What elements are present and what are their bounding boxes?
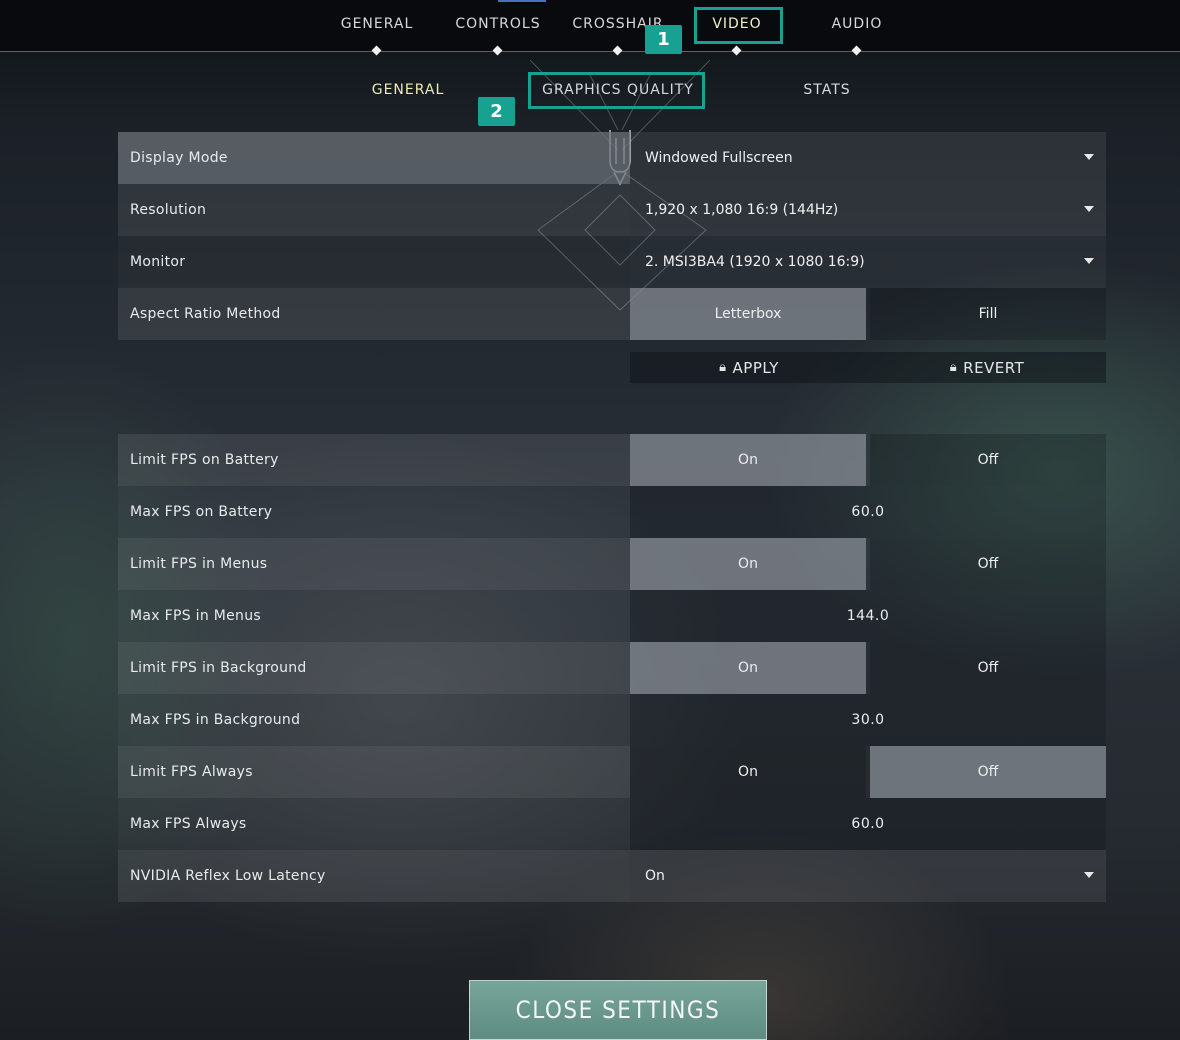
setting-label: NVIDIA Reflex Low Latency — [118, 850, 630, 902]
setting-label: Max FPS in Menus — [118, 590, 630, 642]
letterbox-option[interactable]: Letterbox — [630, 288, 866, 340]
setting-row-max-fps-always: Max FPS Always 60.0 — [118, 798, 1106, 850]
display-mode-dropdown[interactable]: Windowed Fullscreen — [630, 132, 1106, 184]
setting-label: Resolution — [118, 184, 630, 236]
lock-icon: 🔒︎ — [719, 360, 727, 375]
apply-button[interactable]: 🔒︎ APPLY — [630, 352, 868, 383]
setting-label: Limit FPS in Background — [118, 642, 630, 694]
caret-down-icon — [1084, 258, 1094, 264]
setting-row-limit-fps-battery: Limit FPS on Battery On Off — [118, 434, 1106, 486]
max-fps-background-slider[interactable]: 30.0 — [630, 694, 1106, 746]
annotation-badge-1: 1 — [645, 25, 682, 54]
revert-button[interactable]: 🔒︎ REVERT — [868, 352, 1106, 383]
setting-label: Monitor — [118, 236, 630, 288]
dropdown-value: On — [645, 868, 665, 884]
resolution-dropdown[interactable]: 1,920 x 1,080 16:9 (144Hz) — [630, 184, 1106, 236]
dropdown-value: 2. MSI3BA4 (1920 x 1080 16:9) — [645, 254, 865, 270]
setting-label: Limit FPS on Battery — [118, 434, 630, 486]
setting-label: Max FPS on Battery — [118, 486, 630, 538]
limit-fps-always-on[interactable]: On — [630, 746, 866, 798]
caret-down-icon — [1084, 154, 1094, 160]
setting-row-aspect-ratio: Aspect Ratio Method Letterbox Fill — [118, 288, 1106, 340]
setting-label: Max FPS in Background — [118, 694, 630, 746]
setting-label: Aspect Ratio Method — [118, 288, 630, 340]
max-fps-menus-slider[interactable]: 144.0 — [630, 590, 1106, 642]
setting-row-limit-fps-background: Limit FPS in Background On Off — [118, 642, 1106, 694]
limit-fps-background-off[interactable]: Off — [870, 642, 1106, 694]
subtab-stats[interactable]: STATS — [747, 82, 907, 98]
limit-fps-menus-on[interactable]: On — [630, 538, 866, 590]
caret-down-icon — [1084, 206, 1094, 212]
setting-label: Display Mode — [118, 132, 630, 184]
nvidia-reflex-dropdown[interactable]: On — [630, 850, 1106, 902]
setting-row-max-fps-background: Max FPS in Background 30.0 — [118, 694, 1106, 746]
limit-fps-always-off[interactable]: Off — [870, 746, 1106, 798]
max-fps-always-slider[interactable]: 60.0 — [630, 798, 1106, 850]
setting-row-limit-fps-always: Limit FPS Always On Off — [118, 746, 1106, 798]
apply-label: APPLY — [732, 358, 779, 377]
setting-row-limit-fps-menus: Limit FPS in Menus On Off — [118, 538, 1106, 590]
caret-down-icon — [1084, 872, 1094, 878]
dropdown-value: Windowed Fullscreen — [645, 150, 793, 166]
setting-row-monitor: Monitor 2. MSI3BA4 (1920 x 1080 16:9) — [118, 236, 1106, 288]
max-fps-battery-slider[interactable]: 60.0 — [630, 486, 1106, 538]
limit-fps-battery-on[interactable]: On — [630, 434, 866, 486]
setting-label: Max FPS Always — [118, 798, 630, 850]
top-nav-bar: GENERAL CONTROLS CROSSHAIR VIDEO AUDIO — [0, 0, 1180, 56]
close-settings-button[interactable]: CLOSE SETTINGS — [469, 980, 767, 1040]
setting-row-max-fps-battery: Max FPS on Battery 60.0 — [118, 486, 1106, 538]
subtab-general[interactable]: GENERAL — [328, 82, 488, 98]
setting-label: Limit FPS Always — [118, 746, 630, 798]
setting-row-display-mode: Display Mode Windowed Fullscreen — [118, 132, 1106, 184]
setting-label: Limit FPS in Menus — [118, 538, 630, 590]
annotation-badge-2: 2 — [478, 97, 515, 126]
limit-fps-background-on[interactable]: On — [630, 642, 866, 694]
monitor-dropdown[interactable]: 2. MSI3BA4 (1920 x 1080 16:9) — [630, 236, 1106, 288]
limit-fps-battery-off[interactable]: Off — [870, 434, 1106, 486]
revert-label: REVERT — [963, 358, 1025, 377]
apply-revert-bar: 🔒︎ APPLY 🔒︎ REVERT — [630, 352, 1106, 383]
lock-icon: 🔒︎ — [949, 360, 958, 375]
setting-row-nvidia-reflex: NVIDIA Reflex Low Latency On — [118, 850, 1106, 902]
fill-option[interactable]: Fill — [870, 288, 1106, 340]
limit-fps-menus-off[interactable]: Off — [870, 538, 1106, 590]
setting-row-max-fps-menus: Max FPS in Menus 144.0 — [118, 590, 1106, 642]
subtab-graphics-quality[interactable]: GRAPHICS QUALITY — [538, 82, 698, 98]
tab-audio[interactable]: AUDIO — [782, 0, 932, 56]
setting-row-resolution: Resolution 1,920 x 1,080 16:9 (144Hz) — [118, 184, 1106, 236]
dropdown-value: 1,920 x 1,080 16:9 (144Hz) — [645, 202, 839, 218]
